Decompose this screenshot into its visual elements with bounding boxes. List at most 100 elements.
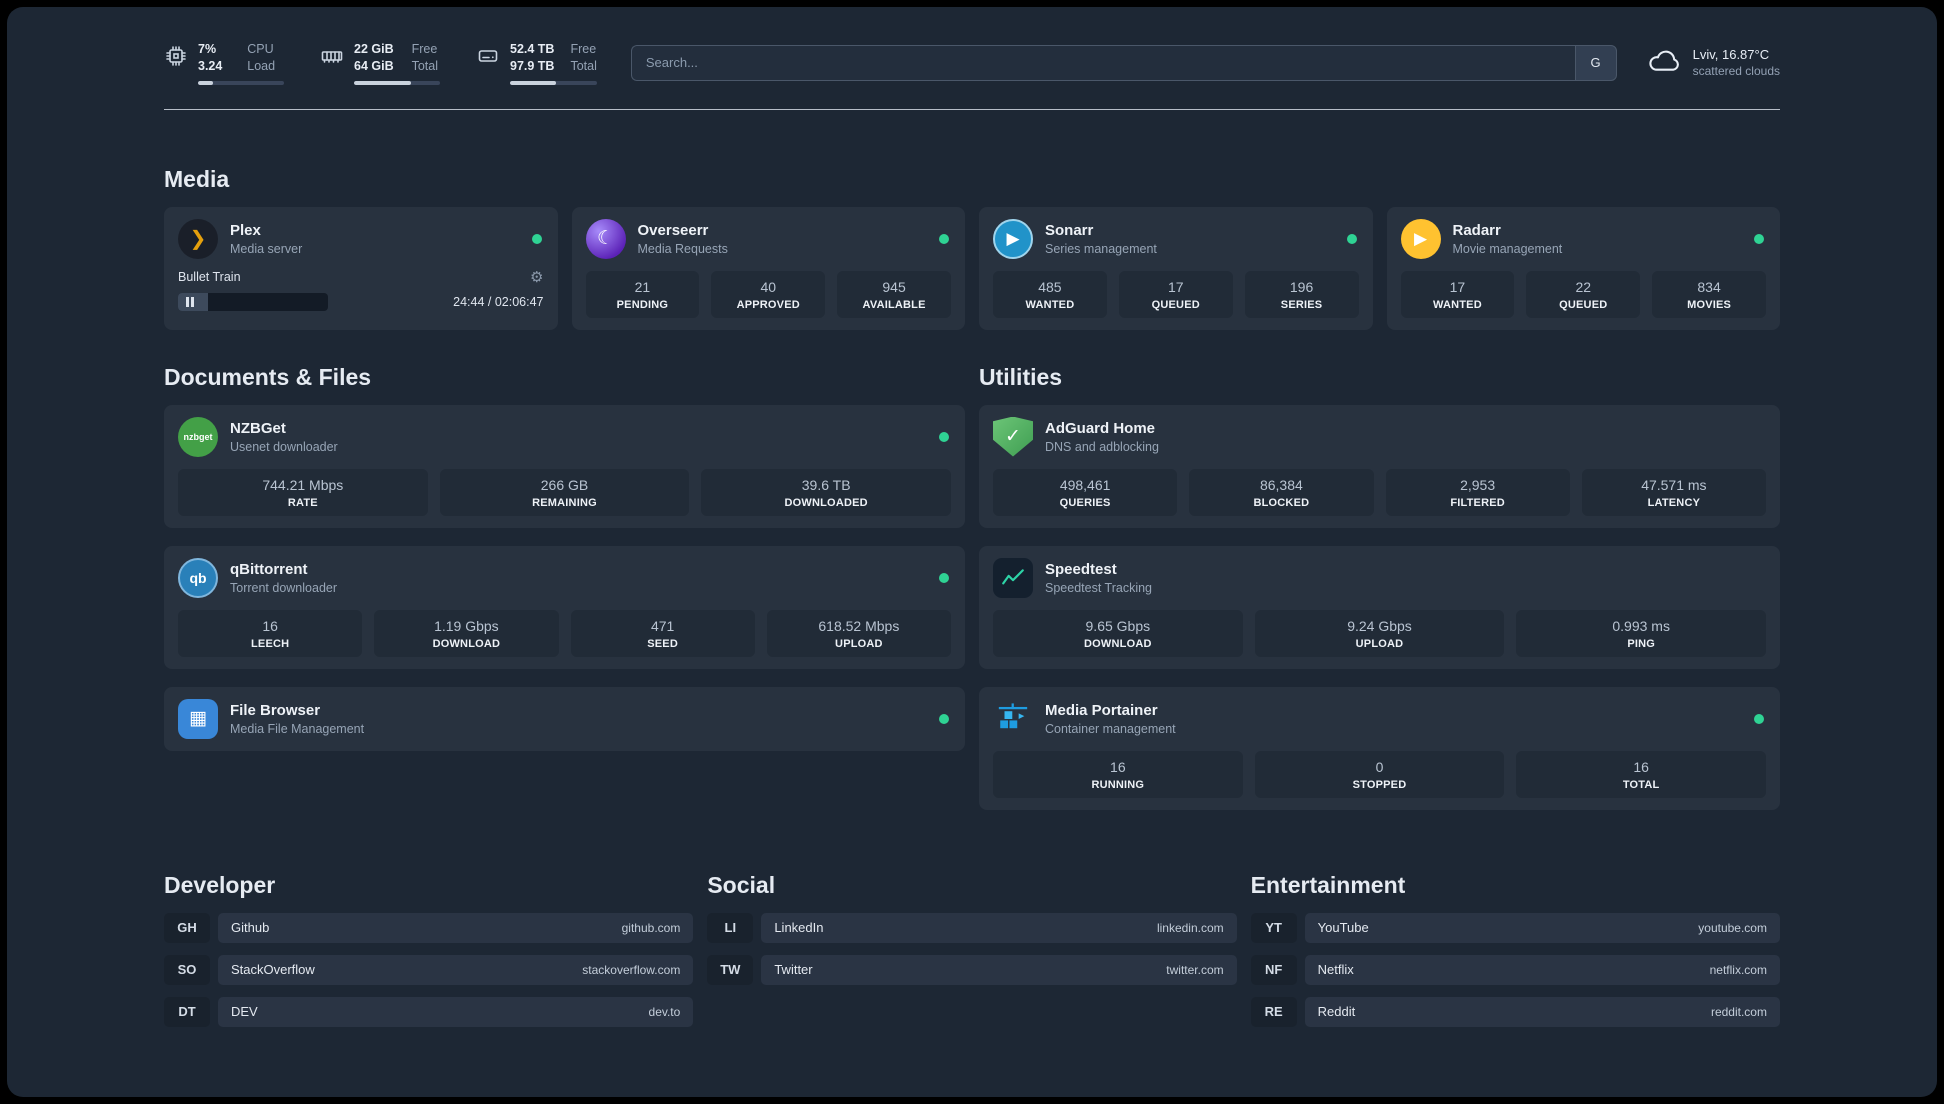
- service-card-portainer[interactable]: Media Portainer Container management 16 R…: [979, 686, 1780, 810]
- stat-tile: 485 WANTED: [993, 270, 1107, 318]
- radarr-icon: ▶: [1400, 218, 1441, 259]
- media-section-title: Media: [164, 165, 230, 192]
- sonarr-icon: ▶: [993, 218, 1033, 259]
- service-name: Overseerr: [637, 221, 709, 239]
- bookmark-abbr: DT: [164, 996, 210, 1027]
- service-card-radarr[interactable]: ▶ Radarr Movie management 17 WANTED 22 QUE…: [1386, 206, 1780, 330]
- filebrowser-icon: ▦: [178, 698, 218, 739]
- stat-tile: 834 MOVIES: [1652, 270, 1766, 318]
- bookmark-dev[interactable]: DT DEV dev.to: [164, 996, 694, 1027]
- disk-icon: [476, 44, 500, 73]
- stat-tile: 0 STOPPED: [1254, 750, 1505, 798]
- service-subtitle: Torrent downloader: [230, 580, 338, 595]
- developer-section-title: Developer: [164, 871, 276, 898]
- service-card-speedtest[interactable]: Speedtest Speedtest Tracking 9.65 Gbps DO…: [979, 545, 1780, 669]
- pause-icon: [186, 296, 194, 307]
- disk-free-label: Free: [570, 42, 597, 56]
- service-card-adguard[interactable]: ✓ AdGuard Home DNS and adblocking 498,46…: [979, 404, 1780, 528]
- stat-tile: 9.65 Gbps DOWNLOAD: [993, 609, 1243, 657]
- stat-tile: 17 QUEUED: [1118, 270, 1233, 318]
- service-card-plex[interactable]: ❯ Plex Media server Bullet Train ⚙ 24:44…: [164, 206, 558, 330]
- top-bar: 7% CPU 3.24 Load 22 GiB Free 64 GiB Tota…: [164, 41, 1780, 85]
- bookmark-abbr: YT: [1250, 912, 1297, 943]
- service-card-overseerr[interactable]: ☾ Overseerr Media Requests 21 PENDING 40 A…: [571, 206, 965, 330]
- dashboard-window: 7% CPU 3.24 Load 22 GiB Free 64 GiB Tota…: [7, 7, 1937, 1097]
- service-subtitle: Media Requests: [637, 241, 728, 256]
- status-dot: [531, 233, 542, 244]
- bookmark-abbr: GH: [164, 912, 210, 943]
- service-card-qbittorrent[interactable]: qb qBittorrent Torrent downloader 16 LEEC…: [164, 545, 965, 669]
- memory-free-label: Free: [411, 42, 438, 56]
- disk-progress-bar: [510, 80, 597, 85]
- service-subtitle: Speedtest Tracking: [1045, 580, 1153, 595]
- bookmark-name: LinkedIn: [774, 920, 824, 935]
- bookmark-github[interactable]: GH Github github.com: [164, 912, 694, 943]
- now-playing-title: Bullet Train: [178, 269, 241, 284]
- bookmark-name: YouTube: [1317, 920, 1369, 935]
- section-media: Media ❯ Plex Media server Bullet Train ⚙…: [164, 166, 1780, 330]
- bookmark-name: Twitter: [774, 962, 813, 977]
- service-card-nzbget[interactable]: nzbget NZBGet Usenet downloader 744.21 M…: [164, 404, 965, 528]
- bookmark-stackoverflow[interactable]: SO StackOverflow stackoverflow.com: [164, 954, 694, 985]
- bookmark-netflix[interactable]: NF Netflix netflix.com: [1250, 954, 1780, 985]
- bookmark-youtube[interactable]: YT YouTube youtube.com: [1250, 912, 1780, 943]
- bookmark-twitter[interactable]: TW Twitter twitter.com: [707, 954, 1237, 985]
- search-input[interactable]: [630, 44, 1575, 81]
- service-subtitle: Usenet downloader: [230, 439, 338, 454]
- bookmark-name: DEV: [231, 1004, 258, 1019]
- adguard-shield-icon: ✓: [993, 416, 1033, 457]
- gear-icon[interactable]: ⚙: [530, 268, 543, 286]
- bookmark-linkedin[interactable]: LI LinkedIn linkedin.com: [707, 912, 1237, 943]
- bookmark-name: Netflix: [1317, 962, 1354, 977]
- stat-tile: 0.993 ms PING: [1516, 609, 1766, 657]
- cpu-progress-bar: [198, 80, 284, 85]
- status-dot: [939, 572, 949, 583]
- cloud-icon: [1647, 45, 1683, 80]
- stat-tile: 16 RUNNING: [993, 750, 1243, 798]
- bookmark-name: StackOverflow: [231, 962, 315, 977]
- memory-icon: [320, 44, 344, 73]
- section-utilities: Utilities ✓ AdGuard Home DNS and adblock…: [979, 364, 1780, 828]
- cpu-icon: [164, 44, 188, 73]
- bookmark-abbr: SO: [164, 954, 210, 985]
- now-playing: Bullet Train ⚙ 24:44 / 02:06:47: [178, 268, 544, 311]
- speedtest-icon: [993, 557, 1033, 598]
- playback-progress-bar[interactable]: [178, 292, 328, 311]
- service-name: Plex: [230, 221, 261, 239]
- search-bar: G: [630, 44, 1617, 81]
- resource-widgets: 7% CPU 3.24 Load 22 GiB Free 64 GiB Tota…: [164, 41, 597, 85]
- cpu-load-label: Load: [247, 59, 276, 74]
- service-card-sonarr[interactable]: ▶ Sonarr Series management 485 WANTED 17 Q…: [979, 206, 1373, 330]
- status-dot: [1754, 233, 1764, 244]
- service-subtitle: DNS and adblocking: [1045, 439, 1159, 454]
- status-dot: [939, 431, 949, 442]
- disk-free-value: 52.4 TB: [510, 42, 555, 56]
- bookmark-group-entertainment: Entertainment YT YouTube youtube.com NF N…: [1250, 872, 1780, 1039]
- memory-total-value: 64 GiB: [354, 59, 394, 74]
- stat-tile: 16 LEECH: [178, 609, 363, 657]
- disk-total-value: 97.9 TB: [510, 59, 555, 74]
- cpu-usage-value: 7%: [198, 42, 217, 56]
- status-dot: [939, 713, 949, 724]
- search-provider-button[interactable]: G: [1574, 44, 1617, 81]
- memory-widget: 22 GiB Free 64 GiB Total: [320, 41, 440, 85]
- bookmark-url: linkedin.com: [1156, 920, 1224, 935]
- stat-tile: 1.19 Gbps DOWNLOAD: [374, 609, 559, 657]
- bookmark-group-social: Social LI LinkedIn linkedin.com TW Twitte…: [707, 872, 1237, 1039]
- section-documents: Documents & Files nzbget NZBGet Usenet d…: [164, 364, 965, 828]
- stat-tile: 21 PENDING: [585, 270, 700, 318]
- qbittorrent-icon: qb: [178, 557, 218, 598]
- utilities-section-title: Utilities: [979, 363, 1063, 390]
- weather-condition: scattered clouds: [1692, 64, 1780, 79]
- disk-widget: 52.4 TB Free 97.9 TB Total: [476, 41, 597, 85]
- weather-widget: Lviv, 16.87°C scattered clouds: [1647, 45, 1780, 80]
- cpu-widget: 7% CPU 3.24 Load: [164, 41, 284, 85]
- bookmark-url: reddit.com: [1710, 1004, 1767, 1019]
- service-name: NZBGet: [230, 419, 286, 437]
- cpu-load-value: 3.24: [198, 59, 223, 74]
- service-name: Sonarr: [1045, 221, 1094, 239]
- service-card-filebrowser[interactable]: ▦ File Browser Media File Management: [164, 686, 965, 751]
- bookmark-abbr: LI: [707, 912, 754, 943]
- disk-total-label: Total: [570, 59, 597, 74]
- bookmark-reddit[interactable]: RE Reddit reddit.com: [1250, 996, 1780, 1027]
